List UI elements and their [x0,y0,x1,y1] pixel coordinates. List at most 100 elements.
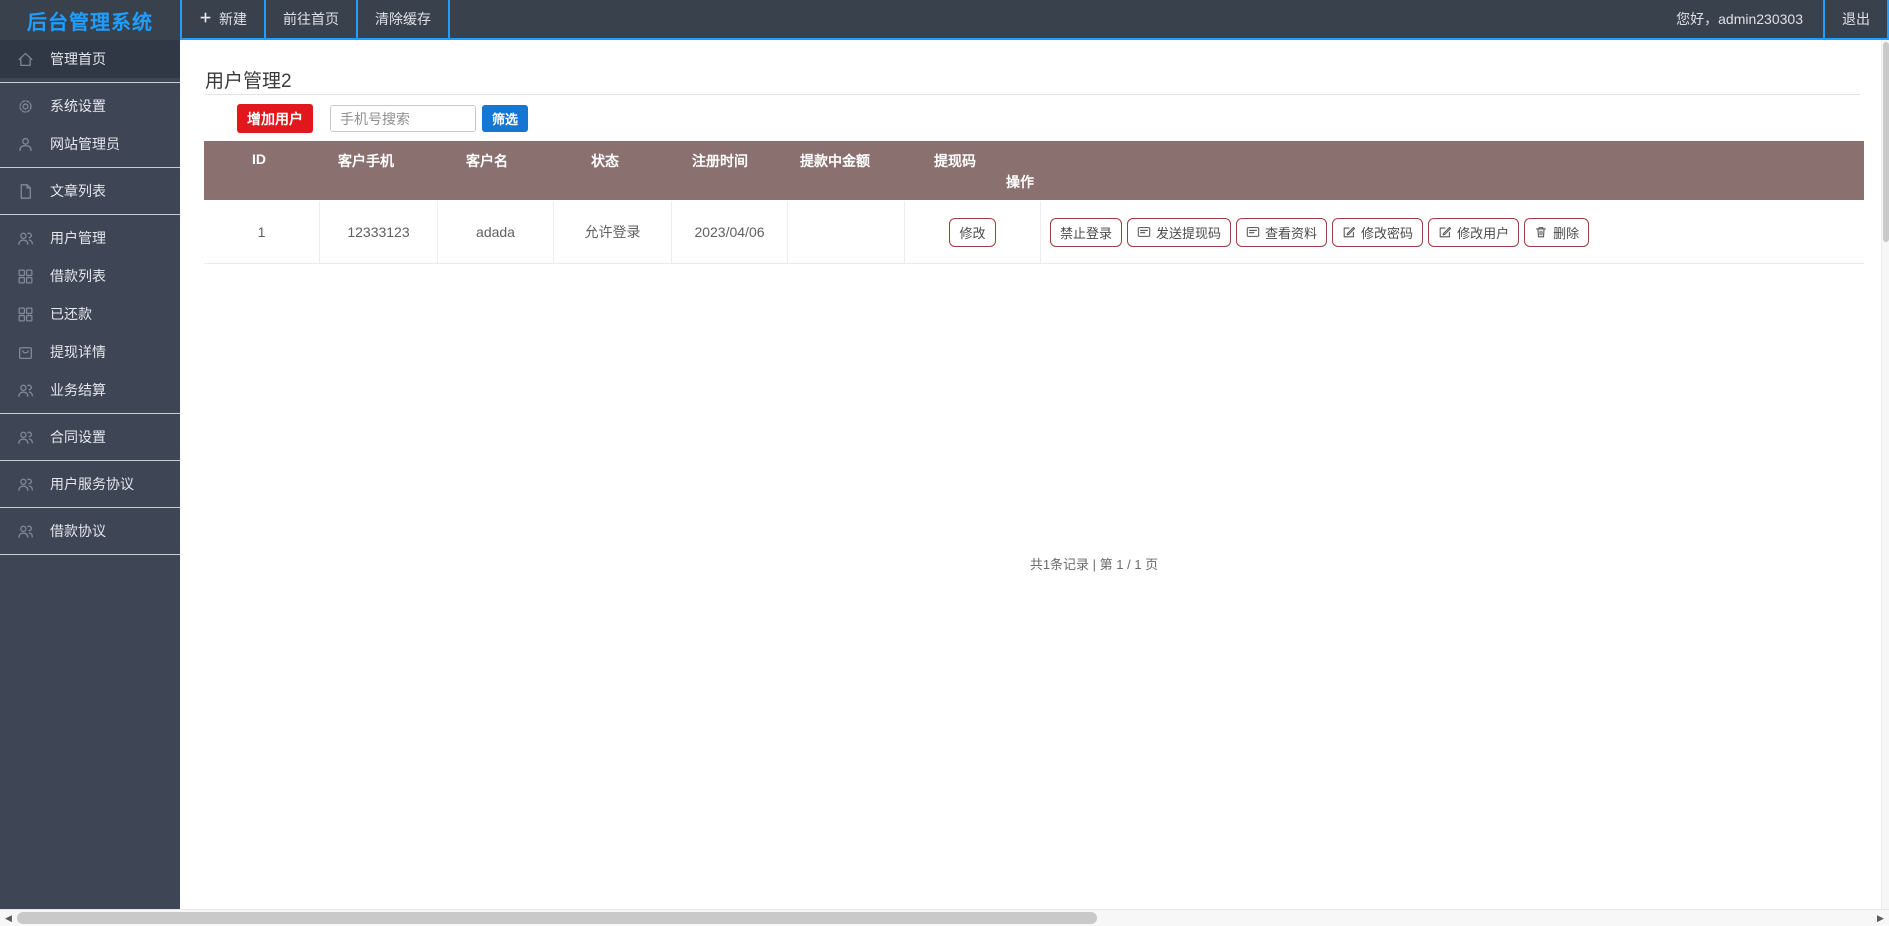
grid-icon [16,267,34,285]
cell-withdraw-code: 修改 [905,201,1041,263]
sidebar-item-user-management[interactable]: 用户管理 [0,219,180,257]
card-icon [1137,225,1151,239]
sidebar-item-label: 已还款 [50,306,92,322]
action-label: 修改用户 [1457,225,1510,241]
sidebar-item-contract-settings[interactable]: 合同设置 [0,418,180,456]
trash-icon [1534,225,1548,239]
sidebar-divider [0,554,180,555]
forbid-login-button[interactable]: 禁止登录 [1050,217,1123,247]
horizontal-scrollbar[interactable]: ◀ ▶ [0,909,1889,926]
sidebar-item-label: 文章列表 [50,183,106,199]
users-icon [16,475,34,493]
column-header-registered: 注册时间 [692,153,748,169]
sidebar-item-loan-agreement[interactable]: 借款协议 [0,512,180,550]
column-header-phone: 客户手机 [338,153,394,169]
add-user-button[interactable]: 增加用户 [237,104,313,133]
phone-search-input[interactable] [330,105,476,132]
sidebar-item-label: 合同设置 [50,429,106,445]
column-header-withdrawing-amount: 提款中金额 [800,153,870,169]
column-header-name: 客户名 [466,153,508,169]
horizontal-scrollbar-thumb[interactable] [17,912,1097,924]
sidebar-item-label: 用户服务协议 [50,476,134,492]
logout-button[interactable]: 退出 [1825,0,1887,38]
topbar: 后台管理系统 新建 前往首页 清除缓存 您好，admin230303 退出 [0,0,1889,40]
logout-label: 退出 [1842,11,1870,27]
bag-icon [16,343,34,361]
vertical-scrollbar-thumb[interactable] [1883,42,1889,242]
sidebar-divider [0,507,180,508]
vertical-scrollbar[interactable] [1881,40,1889,909]
nav-item-label: 清除缓存 [375,11,431,27]
home-icon [16,50,34,68]
gear-icon [16,97,34,115]
nav-item-label: 前往首页 [283,11,339,27]
scroll-left-arrow[interactable]: ◀ [0,910,17,926]
sidebar-item-withdrawal-details[interactable]: 提现详情 [0,333,180,371]
view-profile-button[interactable]: 查看资料 [1236,217,1328,247]
sidebar-divider [0,167,180,168]
action-label: 修改密码 [1361,225,1414,241]
modify-code-button[interactable]: 修改 [949,217,996,247]
card-icon [1246,225,1260,239]
action-label: 禁止登录 [1060,225,1113,241]
nav-item-new[interactable]: 新建 [182,0,264,38]
admin-app: 后台管理系统 新建 前往首页 清除缓存 您好，admin230303 退出 管理… [0,0,1889,926]
cell-id: 1 [204,201,320,263]
sidebar-item-label: 网站管理员 [50,136,120,152]
plus-icon [199,11,212,27]
sidebar-divider [0,460,180,461]
users-icon [16,381,34,399]
sidebar-item-loan-list[interactable]: 借款列表 [0,257,180,295]
sidebar-item-label: 提现详情 [50,344,106,360]
users-icon [16,428,34,446]
nav-separator [448,0,450,38]
main-content: 用户管理2 增加用户 筛选 ID 客户手机 客户名 状态 注册时间 提款中金额 … [180,40,1881,909]
sidebar-item-label: 用户管理 [50,230,106,246]
sidebar-item-business-settlement[interactable]: 业务结算 [0,371,180,409]
users-icon [16,229,34,247]
change-password-button[interactable]: 修改密码 [1332,217,1424,247]
action-label: 删除 [1553,225,1580,241]
action-label: 查看资料 [1265,225,1318,241]
topnav-right: 您好，admin230303 退出 [1656,0,1889,38]
action-label: 发送提现码 [1156,225,1222,241]
sidebar-item-user-service-agreement[interactable]: 用户服务协议 [0,465,180,503]
user-greeting: 您好，admin230303 [1676,11,1803,27]
modify-user-button[interactable]: 修改用户 [1428,217,1520,247]
nav-item-go-home[interactable]: 前往首页 [266,0,356,38]
user-icon [16,135,34,153]
sidebar-item-admin-home[interactable]: 管理首页 [0,40,180,78]
scroll-right-arrow[interactable]: ▶ [1872,910,1889,926]
app-logo: 后台管理系统 [0,0,180,40]
column-header-id: ID [252,151,266,167]
sidebar-item-label: 系统设置 [50,98,106,114]
filter-button[interactable]: 筛选 [482,105,528,132]
title-divider [205,94,1860,95]
nav-item-label: 新建 [219,11,247,27]
cell-withdrawing-amount [788,201,905,263]
sidebar-item-repaid[interactable]: 已还款 [0,295,180,333]
sidebar-divider [0,413,180,414]
page-title: 用户管理2 [205,71,292,92]
grid-icon [16,305,34,323]
table-row: 1 12333123 adada 允许登录 2023/04/06 修改 禁止登录… [204,201,1864,264]
cell-status: 允许登录 [554,201,672,263]
cell-actions: 禁止登录 发送提现码 查看资料 修改密码 修改用户 删除 [1041,201,1864,263]
sidebar-item-label: 业务结算 [50,382,106,398]
send-withdraw-code-button[interactable]: 发送提现码 [1127,217,1232,247]
topnav: 新建 前往首页 清除缓存 您好，admin230303 退出 [180,0,1889,40]
sidebar-item-label: 借款列表 [50,268,106,284]
column-header-status: 状态 [591,153,619,169]
edit-icon [1342,225,1356,239]
cell-name: adada [438,201,554,263]
nav-item-clear-cache[interactable]: 清除缓存 [358,0,448,38]
pagination-status: 共1条记录 | 第 1 / 1 页 [1029,557,1159,572]
sidebar-item-label: 借款协议 [50,523,106,539]
column-header-withdraw-code: 提现码 [934,153,976,169]
delete-button[interactable]: 删除 [1524,217,1590,247]
table-header: ID 客户手机 客户名 状态 注册时间 提款中金额 提现码 操作 [204,141,1864,200]
users-icon [16,522,34,540]
sidebar-item-system-settings[interactable]: 系统设置 [0,87,180,125]
sidebar-item-article-list[interactable]: 文章列表 [0,172,180,210]
sidebar-item-site-admin[interactable]: 网站管理员 [0,125,180,163]
